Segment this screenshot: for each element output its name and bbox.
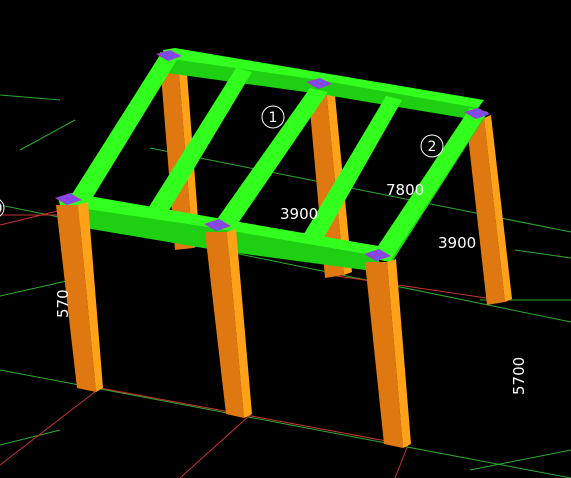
- dimension-y-right: 5700: [510, 357, 528, 395]
- column-back-right[interactable]: [466, 115, 512, 305]
- grid-line-green: [469, 449, 571, 471]
- cad-3d-viewport[interactable]: 1 2 0 7800 3900 3900 5700 570: [0, 0, 571, 478]
- axis-label-1: 1: [269, 110, 278, 126]
- axis-marker-1[interactable]: 1: [261, 105, 285, 129]
- beams: [58, 48, 488, 272]
- front-columns: [56, 202, 411, 448]
- grid-line-green: [0, 94, 61, 101]
- axis-label-left-partial: 0: [0, 201, 2, 217]
- axis-label-2: 2: [428, 139, 437, 155]
- grid-line-green: [514, 249, 571, 259]
- grid-line-green: [0, 429, 61, 446]
- structure-model: 1 2 0 7800 3900 3900 5700 570: [0, 48, 571, 478]
- column-front-middle[interactable]: [205, 229, 252, 418]
- grid-line-red: [179, 414, 251, 478]
- grid-line-green: [19, 119, 76, 151]
- dimension-bay1-x: 3900: [280, 205, 318, 223]
- axis-marker-2[interactable]: 2: [420, 134, 444, 158]
- grid-line-red: [99, 387, 409, 446]
- grid-line-red: [0, 387, 101, 466]
- grid-line-red: [329, 274, 501, 301]
- grid-line-red: [394, 444, 409, 478]
- dimension-bay2-x: 3900: [438, 234, 476, 252]
- dimension-y-left: 570: [54, 289, 72, 318]
- dimension-total-x: 7800: [386, 181, 424, 199]
